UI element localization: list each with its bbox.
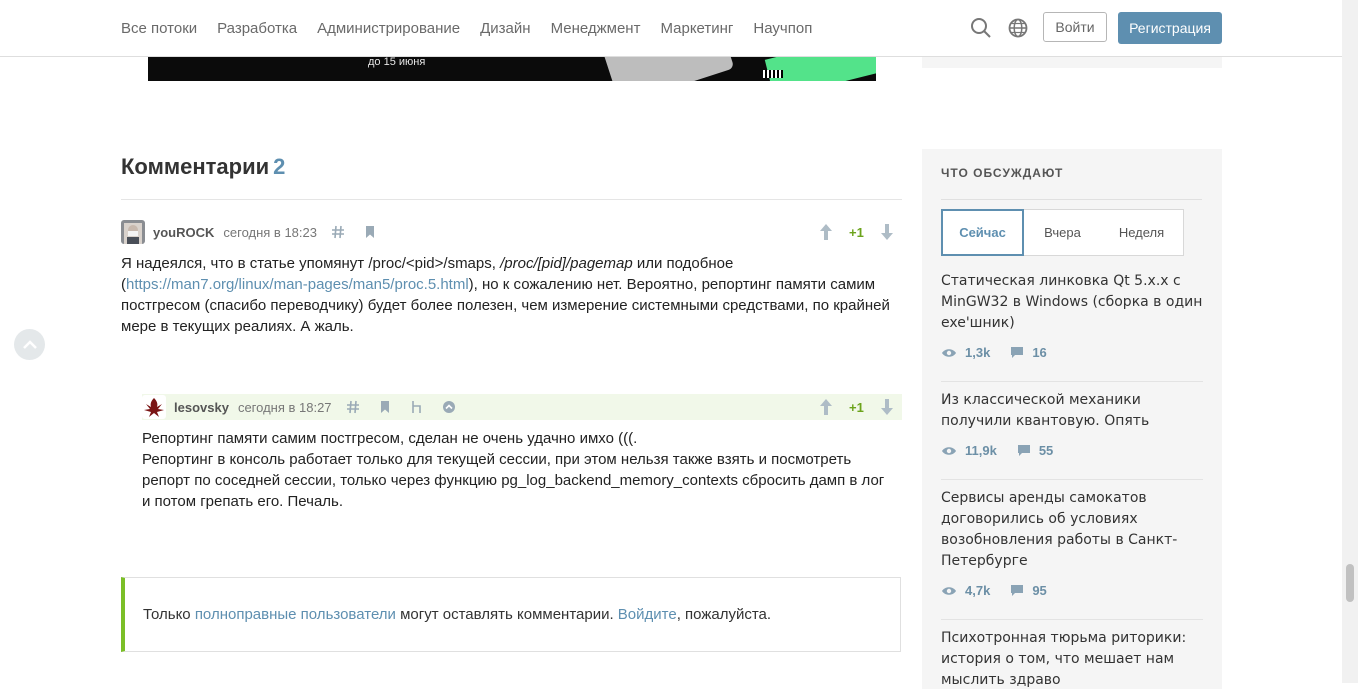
- register-button[interactable]: Регистрация: [1118, 12, 1222, 44]
- comments-count[interactable]: 2: [273, 154, 285, 179]
- comment-link[interactable]: https://man7.org/linux/man-pages/man5/pr…: [126, 276, 469, 293]
- comment-text-italic: /proc/[pid]/pagemap: [500, 255, 633, 272]
- sidebar-title: ЧТО ОБСУЖДАЮТ: [941, 166, 1064, 180]
- article-views: 4,7k: [965, 583, 991, 598]
- comment-vote: +1: [819, 223, 894, 241]
- article-comments[interactable]: 55: [1039, 443, 1053, 458]
- hub-nav: Все потоки Разработка Администрирование …: [121, 0, 832, 56]
- login-link[interactable]: Войдите: [618, 606, 677, 623]
- bookmark-icon[interactable]: [363, 225, 377, 239]
- nav-all-flows[interactable]: Все потоки: [121, 20, 197, 37]
- sidebar-discussed: ЧТО ОБСУЖДАЮТ Сейчас Вчера Неделя Статич…: [922, 149, 1222, 689]
- discussed-article: Из классической механики получили кванто…: [941, 390, 1203, 458]
- promo-banner[interactable]: до 15 июня: [148, 56, 876, 81]
- banner-date-text: до 15 июня: [368, 56, 426, 68]
- vote-up-icon[interactable]: [819, 398, 833, 416]
- nav-development[interactable]: Разработка: [217, 20, 297, 37]
- divider: [941, 619, 1203, 620]
- article-title[interactable]: Статическая линковка Qt 5.x.x с MinGW32 …: [941, 271, 1203, 334]
- article-views: 1,3k: [965, 345, 991, 360]
- vote-down-icon[interactable]: [880, 398, 894, 416]
- globe-icon[interactable]: [1007, 17, 1029, 39]
- chevron-up-icon: [22, 339, 37, 349]
- comment-vote: +1: [819, 398, 894, 416]
- comments-title: Комментарии: [121, 154, 270, 179]
- notice-text: могут оставлять комментарии.: [395, 606, 618, 623]
- comment-time[interactable]: сегодня в 18:27: [238, 400, 332, 415]
- go-up-thread-icon[interactable]: [442, 400, 456, 414]
- discussed-article: Сервисы аренды самокатов договорились об…: [941, 488, 1203, 598]
- avatar[interactable]: [142, 395, 166, 419]
- login-button[interactable]: Войти: [1043, 12, 1107, 42]
- comment-icon: [1017, 445, 1030, 456]
- notice-text: Только: [143, 606, 195, 623]
- comment-time[interactable]: сегодня в 18:23: [223, 225, 317, 240]
- comment-body: Репортинг памяти самим постгресом, сдела…: [142, 428, 890, 512]
- vote-down-icon[interactable]: [880, 223, 894, 241]
- comments-heading: Комментарии 2: [121, 154, 285, 180]
- discussed-article: Психотронная тюрьма риторики: история о …: [941, 628, 1203, 691]
- vote-up-icon[interactable]: [819, 223, 833, 241]
- nav-design[interactable]: Дизайн: [480, 20, 530, 37]
- top-navbar: Все потоки Разработка Администрирование …: [0, 0, 1342, 57]
- discussed-article: Статическая линковка Qt 5.x.x с MinGW32 …: [941, 271, 1203, 360]
- comment-header: youROCK сегодня в 18:23: [121, 219, 395, 245]
- divider: [941, 479, 1203, 480]
- eye-icon: [942, 586, 956, 595]
- article-comments[interactable]: 95: [1032, 583, 1046, 598]
- full-users-link[interactable]: полноправные пользователи: [195, 606, 396, 623]
- nav-administration[interactable]: Администрирование: [317, 20, 460, 37]
- tab-now[interactable]: Сейчас: [941, 209, 1024, 256]
- comment-text: Репортинг в консоль работает только для …: [142, 451, 885, 510]
- banner-card-graphic: [601, 56, 735, 81]
- article-stats: 1,3k 16: [941, 345, 1203, 360]
- banner-barcode-graphic: [763, 70, 783, 78]
- search-icon[interactable]: [970, 17, 992, 39]
- divider: [941, 381, 1203, 382]
- tab-week[interactable]: Неделя: [1102, 210, 1181, 255]
- eye-icon: [942, 348, 956, 357]
- comment-author[interactable]: youROCK: [153, 225, 214, 240]
- article-title[interactable]: Психотронная тюрьма риторики: история о …: [941, 628, 1203, 691]
- comment-author[interactable]: lesovsky: [174, 400, 229, 415]
- article-stats: 11,9k 55: [941, 443, 1203, 458]
- comment-header: lesovsky сегодня в 18:27: [142, 394, 474, 420]
- scroll-to-top-button[interactable]: [14, 329, 45, 360]
- article-stats: 4,7k 95: [941, 583, 1203, 598]
- tab-yesterday[interactable]: Вчера: [1023, 210, 1102, 255]
- comment-score: +1: [849, 224, 864, 240]
- article-views: 11,9k: [965, 443, 997, 458]
- nav-management[interactable]: Менеджмент: [551, 20, 641, 37]
- comment-icon: [1011, 347, 1024, 358]
- hash-link-icon[interactable]: [346, 400, 360, 414]
- nav-popsci[interactable]: Научпоп: [753, 20, 812, 37]
- period-tabs: Сейчас Вчера Неделя: [941, 209, 1184, 256]
- comment-text: Репортинг памяти самим постгресом, сдела…: [142, 430, 638, 447]
- scrollbar-thumb[interactable]: [1346, 564, 1354, 602]
- comment-text: Я надеялся, что в статье упомянут /proc/…: [121, 255, 501, 272]
- comment-score: +1: [849, 399, 864, 415]
- parent-comment-icon[interactable]: [410, 400, 424, 414]
- notice-text: , пожалуйста.: [676, 606, 772, 623]
- comment-icon: [1011, 585, 1024, 596]
- bookmark-icon[interactable]: [378, 400, 392, 414]
- avatar[interactable]: [121, 220, 145, 244]
- comment-body: Я надеялся, что в статье упомянут /proc/…: [121, 253, 901, 337]
- sidebar-block-bottom: [922, 56, 1222, 68]
- divider: [121, 199, 902, 200]
- comment-login-notice: Только полноправные пользователи могут о…: [121, 577, 901, 652]
- article-title[interactable]: Из классической механики получили кванто…: [941, 390, 1203, 432]
- nav-marketing[interactable]: Маркетинг: [660, 20, 733, 37]
- hash-link-icon[interactable]: [331, 225, 345, 239]
- eye-icon: [942, 446, 956, 455]
- article-title[interactable]: Сервисы аренды самокатов договорились об…: [941, 488, 1203, 572]
- divider: [941, 199, 1202, 200]
- article-comments[interactable]: 16: [1032, 345, 1046, 360]
